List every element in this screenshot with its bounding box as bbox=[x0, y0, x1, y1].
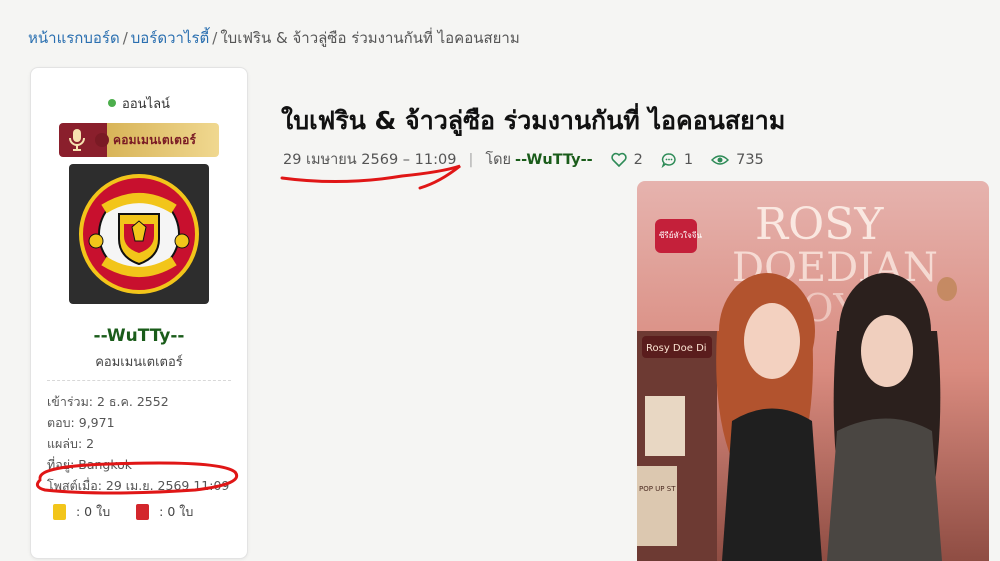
penalty-cards: : 0 ใบ : 0 ใบ bbox=[53, 502, 193, 522]
red-card-icon bbox=[136, 504, 150, 520]
breadcrumb-forum-link[interactable]: บอร์ดวาไรตี้ bbox=[131, 29, 210, 47]
red-card-count: : 0 ใบ bbox=[159, 504, 194, 519]
online-status: ออนไลน์ bbox=[31, 93, 247, 114]
poster-sign-2: POP UP ST bbox=[639, 485, 676, 493]
manchester-united-crest-icon bbox=[79, 174, 199, 294]
reply-count: ตอบ: 9,971 bbox=[47, 415, 115, 430]
poster-headline-1: ROSY bbox=[755, 199, 884, 250]
post-meta: 29 เมษายน 2569 – 11:09 | โดย --WuTTy-- 2… bbox=[283, 148, 764, 171]
post-title: ใบเฟริน & จ้าวลู่ซือ ร่วมงานกันที่ ไอคอน… bbox=[281, 106, 786, 135]
comment-icon bbox=[661, 152, 676, 168]
heart-icon bbox=[610, 152, 627, 167]
joined-date: เข้าร่วม: 2 ธ.ค. 2552 bbox=[47, 394, 169, 409]
comments-count: 1 bbox=[683, 151, 694, 168]
yellow-card-count: : 0 ใบ bbox=[76, 504, 111, 519]
views-count: 735 bbox=[736, 151, 764, 168]
microphone-icon bbox=[59, 123, 95, 157]
user-profile-card: ออนไลน์ คอมเมนเตเตอร์ --WuTTy-- คอมเมนเต… bbox=[30, 67, 248, 559]
views-stat: 735 bbox=[711, 152, 764, 168]
eye-icon bbox=[711, 154, 730, 165]
user-title: คอมเมนเตเตอร์ bbox=[95, 355, 183, 370]
breadcrumb-separator: / bbox=[212, 29, 218, 47]
post-date: 29 เมษายน 2569 – 11:09 bbox=[283, 152, 457, 168]
posted-at: โพสต์เมื่อ: 29 เม.ย. 2569 11:09 bbox=[47, 478, 230, 493]
location: ที่อยู่: Bangkok bbox=[47, 457, 133, 472]
breadcrumb-separator: / bbox=[122, 29, 128, 47]
avatar[interactable] bbox=[69, 164, 209, 304]
post-image[interactable]: ROSY DOEDIAN JOY ซีรีย์หัวใจจีน Rosy Doe… bbox=[637, 181, 989, 561]
online-dot-icon bbox=[108, 99, 117, 107]
rank-badge-label: คอมเมนเตเตอร์ bbox=[113, 132, 197, 147]
meta-separator: | bbox=[468, 151, 474, 168]
likes-count: 2 bbox=[633, 151, 643, 168]
breadcrumb-home-link[interactable]: หน้าแรกบอร์ด bbox=[28, 29, 120, 47]
breadcrumb: หน้าแรกบอร์ด / บอร์ดวาไรตี้ / ใบเฟริน & จ้าว… bbox=[28, 26, 520, 50]
like-count: แผล่บ: 2 bbox=[47, 436, 95, 451]
event-poster-image: ROSY DOEDIAN JOY ซีรีย์หัวใจจีน Rosy Doe… bbox=[637, 181, 989, 561]
post-author-link[interactable]: --WuTTy-- bbox=[515, 152, 593, 168]
comments-stat[interactable]: 1 bbox=[661, 152, 693, 168]
user-stats: เข้าร่วม: 2 ธ.ค. 2552 ตอบ: 9,971 แผล่บ: … bbox=[47, 391, 229, 496]
by-label: โดย bbox=[485, 152, 512, 168]
breadcrumb-current: ใบเฟริน & จ้าวลู่ซือ ร่วมงานกันที่ ไอคอน… bbox=[220, 29, 520, 47]
likes-stat[interactable]: 2 bbox=[610, 151, 643, 168]
yellow-card-icon bbox=[53, 504, 66, 520]
online-label: ออนไลน์ bbox=[122, 97, 170, 112]
rank-badge: คอมเมนเตเตอร์ bbox=[59, 123, 219, 157]
poster-badge: ซีรีย์หัวใจจีน bbox=[659, 230, 702, 240]
username-link[interactable]: --WuTTy-- bbox=[31, 326, 247, 346]
divider bbox=[47, 380, 231, 381]
poster-sign-1: Rosy Doe Di bbox=[646, 343, 707, 354]
badge-emblem-icon bbox=[95, 133, 109, 147]
